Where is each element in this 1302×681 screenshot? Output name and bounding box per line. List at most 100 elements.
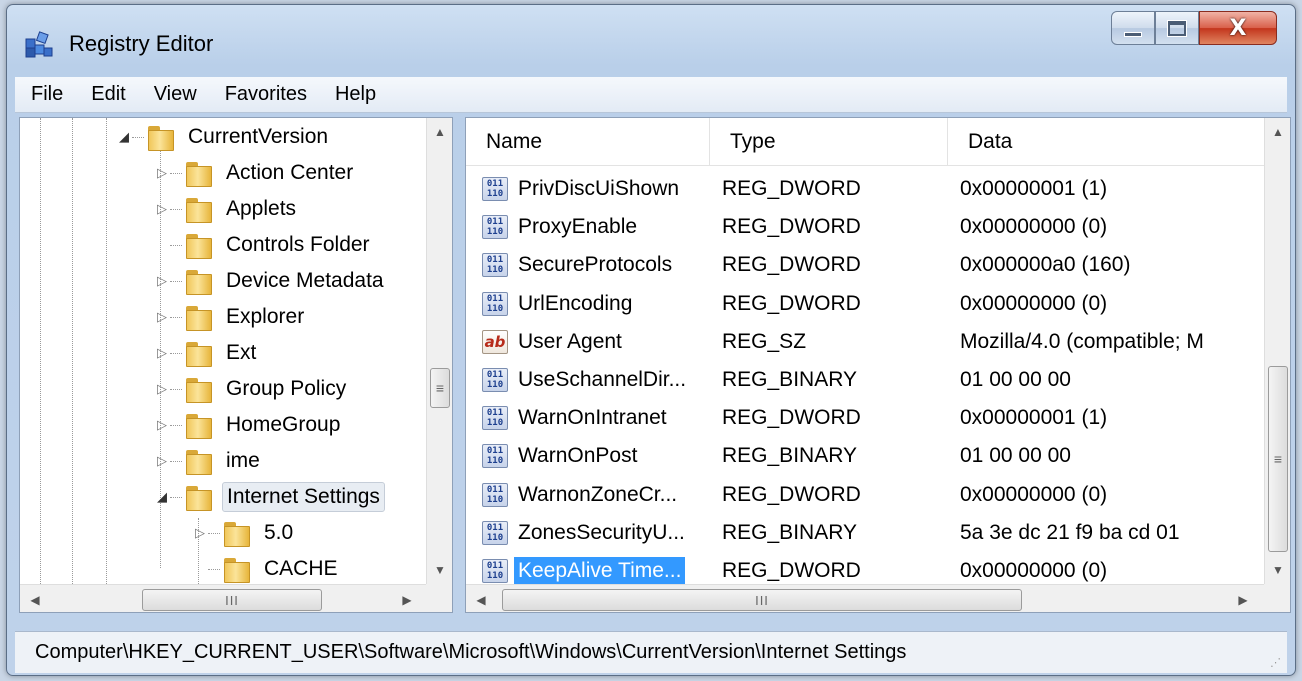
menu-bar: File Edit View Favorites Help bbox=[15, 77, 1287, 113]
scroll-down-arrow-icon[interactable]: ▼ bbox=[1265, 556, 1290, 584]
scroll-right-arrow-icon[interactable]: ▶ bbox=[1228, 586, 1258, 612]
binary-value-icon: 011 110 bbox=[482, 444, 508, 469]
tree-item-label: Explorer bbox=[226, 305, 305, 328]
tree-item-label: HomeGroup bbox=[226, 413, 341, 436]
minimize-icon bbox=[1124, 31, 1142, 37]
tree-item-applets[interactable]: ▷ Applets bbox=[154, 192, 300, 226]
binary-value-icon: 011 110 bbox=[482, 559, 508, 583]
scroll-left-arrow-icon[interactable]: ◀ bbox=[466, 586, 496, 612]
tree-scroll-thumb[interactable]: ≡ bbox=[430, 368, 450, 408]
binary-value-icon: 011 110 bbox=[482, 520, 508, 545]
expand-arrow-icon[interactable]: ▷ bbox=[154, 309, 170, 325]
scroll-right-arrow-icon[interactable]: ▶ bbox=[392, 586, 422, 612]
registry-editor-window: Registry Editor X File Edit View Favorit… bbox=[6, 4, 1296, 676]
table-row[interactable]: 011 110 PrivDiscUiShown REG_DWORD 0x00000001… bbox=[466, 170, 1266, 208]
expand-arrow-icon[interactable]: ▷ bbox=[154, 165, 170, 181]
column-header-name[interactable]: Name bbox=[466, 118, 710, 166]
list-scroll-thumb[interactable]: ≡ bbox=[1268, 366, 1288, 552]
tree-item-device-metadata[interactable]: ▷ Device Metadata bbox=[154, 264, 388, 298]
value-name-cell: 011 110 UrlEncoding bbox=[466, 290, 710, 318]
folder-icon bbox=[184, 484, 212, 511]
tree-item-internet-settings[interactable]: ◢ Internet Settings bbox=[154, 480, 385, 514]
expand-arrow-icon[interactable]: ▷ bbox=[154, 417, 170, 433]
key-tree-pane[interactable]: ◢ CurrentVersion ▷ Action Center ▷ Apple… bbox=[19, 117, 453, 613]
tree-horizontal-scrollbar[interactable]: ◀ III ▶ bbox=[20, 584, 426, 612]
expand-arrow-icon[interactable]: ▷ bbox=[154, 201, 170, 217]
expand-arrow-icon[interactable]: ▷ bbox=[192, 525, 208, 541]
expand-arrow-icon[interactable]: ▷ bbox=[154, 453, 170, 469]
menu-favorites[interactable]: Favorites bbox=[225, 83, 307, 106]
tree-item-5-0[interactable]: ▷ 5.0 bbox=[192, 516, 297, 550]
table-row[interactable]: 011 110 SecureProtocols REG_DWORD 0x000000a0… bbox=[466, 246, 1266, 284]
value-name: User Agent bbox=[518, 329, 622, 353]
value-name-cell: 011 110 WarnonZoneCr... bbox=[466, 481, 710, 509]
value-name: ZonesSecurityU... bbox=[518, 520, 685, 544]
value-name: SecureProtocols bbox=[518, 253, 673, 277]
table-row[interactable]: 011 110 ZonesSecurityU... REG_BINARY 5a 3e d… bbox=[466, 514, 1266, 552]
tree-item-homegroup[interactable]: ▷ HomeGroup bbox=[154, 408, 344, 442]
values-list-pane[interactable]: Name Type Data 011 110 PrivDiscUiShown REG_… bbox=[465, 117, 1291, 613]
scroll-down-arrow-icon[interactable]: ▼ bbox=[427, 556, 452, 584]
tree-item-label: 5.0 bbox=[264, 521, 294, 544]
value-name: KeepAlive Time... bbox=[514, 557, 686, 585]
value-data: 0x00000000 (0) bbox=[960, 482, 1108, 506]
binary-value-icon: 011 110 bbox=[482, 482, 508, 507]
menu-help[interactable]: Help bbox=[335, 83, 376, 106]
minimize-button[interactable] bbox=[1111, 11, 1155, 45]
tree-item-ext[interactable]: ▷ Ext bbox=[154, 336, 260, 370]
table-row[interactable]: 011 110 ProxyEnable REG_DWORD 0x00000000 (0) bbox=[466, 208, 1266, 246]
collapse-arrow-icon[interactable]: ◢ bbox=[154, 489, 170, 505]
value-data: 0x00000001 (1) bbox=[960, 406, 1108, 430]
folder-icon bbox=[184, 268, 212, 295]
tree-item-group-policy[interactable]: ▷ Group Policy bbox=[154, 372, 350, 406]
list-hscroll-thumb[interactable]: III bbox=[502, 589, 1022, 611]
tree-item-action-center[interactable]: ▷ Action Center bbox=[154, 156, 357, 190]
scroll-up-arrow-icon[interactable]: ▲ bbox=[1265, 118, 1290, 146]
folder-icon bbox=[184, 232, 212, 259]
table-row[interactable]: 011 110 WarnonZoneCr... REG_DWORD 0x00000000… bbox=[466, 476, 1266, 514]
menu-edit[interactable]: Edit bbox=[91, 83, 125, 106]
tree-item-controls-folder[interactable]: Controls Folder bbox=[154, 228, 374, 262]
column-header-type[interactable]: Type bbox=[710, 118, 948, 166]
tree-guide-line bbox=[40, 118, 41, 584]
tree-connector bbox=[170, 460, 182, 462]
column-header-data[interactable]: Data bbox=[948, 118, 1266, 166]
list-vertical-scrollbar[interactable]: ▲ ≡ ▼ bbox=[1264, 118, 1290, 584]
title-bar[interactable]: Registry Editor X bbox=[7, 5, 1295, 75]
folder-icon bbox=[184, 304, 212, 331]
value-name-cell: 011 110 ZonesSecurityU... bbox=[466, 519, 710, 547]
tree-item-label: ime bbox=[226, 449, 260, 472]
value-data: 01 00 00 00 bbox=[960, 444, 1071, 468]
table-row[interactable]: 011 110 WarnOnPost REG_BINARY 01 00 00 00 bbox=[466, 437, 1266, 475]
table-row[interactable]: 011 110 UseSchannelDir... REG_BINARY 01 00 0… bbox=[466, 361, 1266, 399]
table-row[interactable]: 011 110 WarnOnIntranet REG_DWORD 0x00000001 … bbox=[466, 399, 1266, 437]
menu-file[interactable]: File bbox=[31, 83, 63, 106]
scroll-up-arrow-icon[interactable]: ▲ bbox=[427, 118, 452, 146]
tree-item-currentversion[interactable]: ◢ CurrentVersion bbox=[116, 120, 332, 154]
value-name: UrlEncoding bbox=[518, 291, 633, 315]
tree-item-cache[interactable]: CACHE bbox=[192, 552, 342, 586]
tree-hscroll-thumb[interactable]: III bbox=[142, 589, 322, 611]
menu-view[interactable]: View bbox=[154, 83, 197, 106]
expand-arrow-icon[interactable]: ▷ bbox=[154, 381, 170, 397]
table-row[interactable]: 011 110 UrlEncoding REG_DWORD 0x00000000 (0) bbox=[466, 285, 1266, 323]
expand-arrow-icon[interactable]: ▷ bbox=[154, 273, 170, 289]
tree-item-ime[interactable]: ▷ ime bbox=[154, 444, 264, 478]
caption-buttons: X bbox=[1111, 11, 1277, 45]
collapse-arrow-icon[interactable]: ◢ bbox=[116, 129, 132, 145]
tree-vertical-scrollbar[interactable]: ▲ ≡ ▼ bbox=[426, 118, 452, 584]
binary-value-icon: 011 110 bbox=[482, 177, 508, 201]
maximize-button[interactable] bbox=[1155, 11, 1199, 45]
tree-item-explorer[interactable]: ▷ Explorer bbox=[154, 300, 308, 334]
tree-guide-line bbox=[106, 118, 107, 584]
value-type: REG_DWORD bbox=[722, 215, 861, 239]
expand-arrow-icon[interactable]: ▷ bbox=[154, 345, 170, 361]
table-row[interactable]: ab User Agent REG_SZ Mozilla/4.0 (compatibl… bbox=[466, 323, 1266, 361]
scroll-left-arrow-icon[interactable]: ◀ bbox=[20, 586, 50, 612]
value-data: 01 00 00 00 bbox=[960, 368, 1071, 391]
value-type: REG_DWORD bbox=[722, 177, 861, 200]
list-horizontal-scrollbar[interactable]: ◀ III ▶ bbox=[466, 584, 1264, 612]
value-data: 5a 3e dc 21 f9 ba cd 01 bbox=[960, 520, 1180, 544]
close-button[interactable]: X bbox=[1199, 11, 1277, 45]
resize-grip-icon[interactable]: ⋰ bbox=[1270, 656, 1281, 669]
